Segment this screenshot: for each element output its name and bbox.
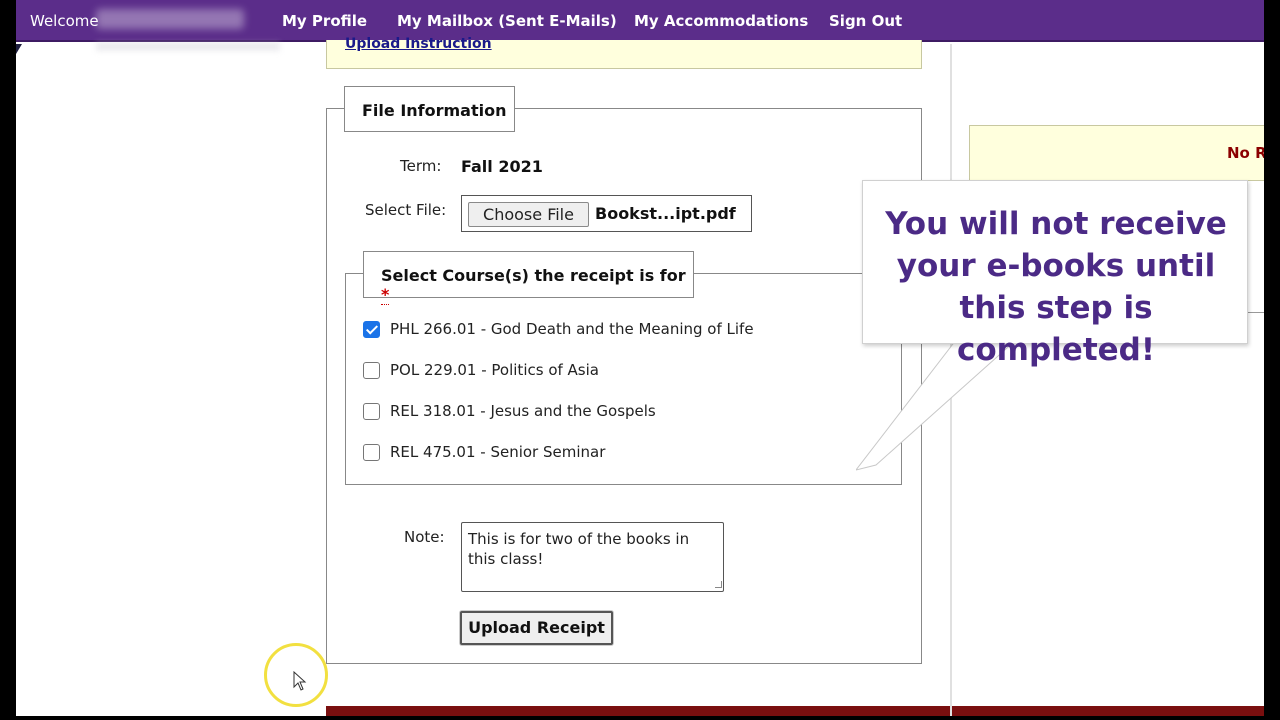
choose-file-button[interactable]: Choose File [468,202,589,227]
note-textarea[interactable]: This is for two of the books in this cla… [461,522,724,592]
course-label: POL 229.01 - Politics of Asia [390,361,599,379]
selected-file-name: Bookst...ipt.pdf [595,204,736,223]
course-legend-text: Select Course(s) the receipt is for [381,266,686,285]
course-selection-legend: Select Course(s) the receipt is for * [363,251,694,305]
required-marker: * [381,285,390,305]
mouse-cursor-icon [293,671,307,691]
blurred-username [96,9,244,29]
file-information-legend: File Information [344,86,515,132]
course-checkbox-checked[interactable] [363,321,380,338]
nav-my-profile[interactable]: My Profile [282,12,367,30]
callout-line: your e-books until [896,248,1216,284]
right-notice-box [969,125,1264,181]
nav-my-accommodations[interactable]: My Accommodations [634,12,808,30]
footer-accent-bar [326,706,1264,716]
file-input[interactable]: Choose File Bookst...ipt.pdf [461,195,752,232]
term-value: Fall 2021 [461,157,543,176]
top-nav: Welcome My Profile My Mailbox (Sent E-Ma… [16,0,1264,42]
callout-line: You will not receive [885,206,1227,242]
course-checkbox[interactable] [363,444,380,461]
blurred-dropdown [96,42,280,51]
welcome-text: Welcome [30,12,99,30]
upload-receipt-button[interactable]: Upload Receipt [460,611,613,645]
nav-sign-out[interactable]: Sign Out [829,12,902,30]
course-label: REL 318.01 - Jesus and the Gospels [390,402,656,420]
callout-line: this step is completed! [957,290,1155,368]
upload-instruction-link[interactable]: Upload Instruction [345,36,492,52]
left-notch [16,44,22,54]
course-label: REL 475.01 - Senior Seminar [390,443,606,461]
page: Welcome My Profile My Mailbox (Sent E-Ma… [16,0,1264,716]
select-file-label: Select File: [365,201,447,219]
term-label: Term: [400,157,442,175]
course-checkbox[interactable] [363,362,380,379]
course-label: PHL 266.01 - God Death and the Meaning o… [390,320,754,338]
nav-my-mailbox[interactable]: My Mailbox (Sent E-Mails) [397,12,617,30]
course-checkbox[interactable] [363,403,380,420]
note-label: Note: [404,528,445,546]
callout-bubble: You will not receive your e-books until … [862,180,1248,368]
instruction-box: Upload Instruction [326,36,922,69]
right-notice-text: No R [1227,144,1264,162]
callout-text: You will not receive your e-books until … [863,203,1249,371]
textarea-resize-grip[interactable] [715,581,722,588]
